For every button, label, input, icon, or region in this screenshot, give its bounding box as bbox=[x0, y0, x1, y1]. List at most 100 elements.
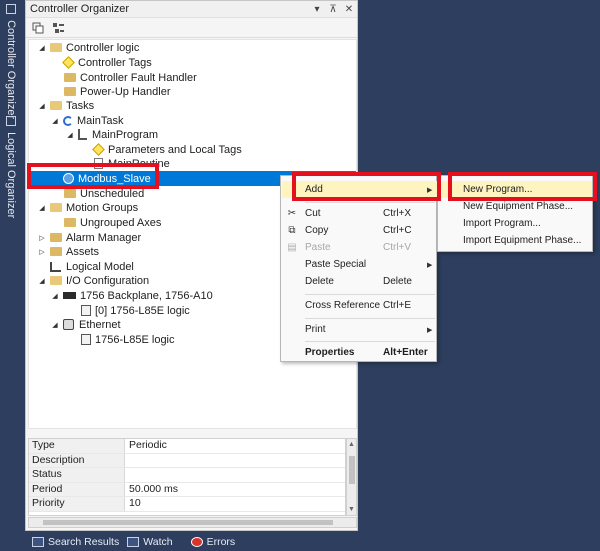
tab-controller-organizer-label: Controller Organizer bbox=[5, 20, 17, 120]
errors-icon bbox=[190, 537, 203, 547]
tree-item-label: Parameters and Local Tags bbox=[108, 143, 242, 156]
tree-item-controller-tags[interactable]: Controller Tags bbox=[62, 55, 152, 70]
tree-item-label: Motion Groups bbox=[66, 201, 139, 214]
menu-item-paste-special[interactable]: Paste Special ▶ bbox=[282, 256, 437, 273]
backplane-icon bbox=[63, 292, 76, 299]
scroll-thumb[interactable] bbox=[349, 456, 355, 484]
tree-item-label: Controller Fault Handler bbox=[80, 71, 197, 84]
logical-organizer-icon bbox=[6, 116, 16, 126]
menu-item-label: Copy bbox=[305, 225, 329, 236]
tree-item-main-program[interactable]: ◢ MainProgram bbox=[65, 127, 158, 142]
collapse-all-icon[interactable] bbox=[30, 20, 46, 36]
menu-item-copy[interactable]: ⧉ Copy Ctrl+C bbox=[282, 222, 437, 239]
scroll-up-icon[interactable]: ▲ bbox=[347, 439, 356, 450]
expand-arrow-icon[interactable]: ◢ bbox=[37, 44, 47, 52]
property-row: Status bbox=[29, 468, 345, 483]
property-row: Period 50.000 ms bbox=[29, 482, 345, 497]
property-key: Period bbox=[29, 482, 125, 496]
tree-item-assets[interactable]: ▷ Assets bbox=[37, 244, 99, 259]
property-key: Priority bbox=[29, 497, 125, 511]
panel-toolbar bbox=[26, 18, 357, 38]
menu-item-label: Print bbox=[305, 324, 326, 335]
menu-item-paste[interactable]: ▤ Paste Ctrl+V bbox=[282, 239, 437, 256]
callout-box-add bbox=[292, 172, 441, 201]
folder-icon bbox=[50, 247, 62, 256]
folder-open-icon bbox=[50, 101, 62, 110]
tree-item-label: [0] 1756-L85E logic bbox=[95, 304, 190, 317]
program-icon bbox=[78, 129, 87, 140]
menu-item-label: Cross Reference bbox=[305, 300, 381, 311]
pin-icon[interactable]: ⊼ bbox=[325, 1, 341, 17]
tab-search-results[interactable]: Search Results bbox=[32, 536, 119, 548]
search-results-icon bbox=[32, 537, 44, 547]
properties-horizontal-scrollbar[interactable] bbox=[28, 517, 357, 528]
tree-item-io-configuration[interactable]: ◢ I/O Configuration bbox=[37, 273, 149, 288]
tree-item-ethernet[interactable]: ◢ Ethernet bbox=[50, 317, 120, 332]
menu-item-properties[interactable]: Properties Alt+Enter bbox=[282, 344, 437, 361]
tag-icon bbox=[92, 143, 105, 156]
logical-model-icon bbox=[50, 261, 61, 272]
properties-vertical-scrollbar[interactable]: ▲ ▼ bbox=[346, 438, 357, 516]
collapsed-arrow-icon[interactable]: ▷ bbox=[37, 248, 47, 256]
tree-item-controller-logic[interactable]: ◢ Controller logic bbox=[37, 40, 139, 55]
expand-arrow-icon[interactable]: ◢ bbox=[37, 277, 47, 285]
tree-item-main-task[interactable]: ◢ MainTask bbox=[50, 113, 123, 128]
menu-item-cut[interactable]: ✂ Cut Ctrl+X bbox=[282, 205, 437, 222]
dropdown-icon[interactable]: ▾ bbox=[309, 1, 325, 17]
submenu-item-import-equipment-phase[interactable]: Import Equipment Phase... bbox=[439, 232, 592, 249]
tab-watch[interactable]: Watch bbox=[127, 536, 173, 548]
submenu-arrow-icon: ▶ bbox=[427, 261, 433, 269]
property-key: Description bbox=[29, 453, 125, 467]
properties-pane: Type Periodic Description Status Period … bbox=[28, 438, 346, 516]
tree-item-tasks[interactable]: ◢ Tasks bbox=[37, 98, 94, 113]
tree-item-eth-module[interactable]: 1756-L85E logic bbox=[81, 332, 175, 347]
expand-arrow-icon[interactable]: ◢ bbox=[50, 321, 60, 329]
property-value bbox=[125, 454, 345, 468]
tree-item-backplane[interactable]: ◢ 1756 Backplane, 1756-A10 bbox=[50, 288, 212, 303]
scroll-thumb[interactable] bbox=[43, 520, 333, 525]
controller-organizer-icon bbox=[6, 4, 16, 14]
menu-item-shortcut: Alt+Enter bbox=[383, 347, 428, 358]
tree-item-alarm-manager[interactable]: ▷ Alarm Manager bbox=[37, 230, 141, 245]
tree-item-fault-handler[interactable]: Controller Fault Handler bbox=[64, 70, 197, 85]
property-value: Periodic bbox=[129, 439, 167, 451]
property-value bbox=[125, 468, 345, 482]
expand-arrow-icon[interactable]: ◢ bbox=[37, 102, 47, 110]
close-icon[interactable]: ✕ bbox=[341, 1, 357, 17]
scissors-icon: ✂ bbox=[287, 208, 297, 219]
tab-logical-organizer[interactable]: Logical Organizer bbox=[3, 116, 19, 218]
tree-item-motion-groups[interactable]: ◢ Motion Groups bbox=[37, 200, 138, 215]
scroll-down-icon[interactable]: ▼ bbox=[347, 504, 356, 515]
expand-arrow-icon[interactable]: ◢ bbox=[37, 204, 47, 212]
menu-item-print[interactable]: Print ▶ bbox=[282, 321, 437, 338]
menu-item-cross-reference[interactable]: Cross Reference Ctrl+E bbox=[282, 297, 437, 314]
menu-item-label: New Equipment Phase... bbox=[463, 201, 574, 212]
expand-arrow-icon[interactable]: ◢ bbox=[65, 131, 75, 139]
tab-controller-organizer[interactable]: Controller Organizer bbox=[3, 4, 19, 119]
property-value: 10 bbox=[129, 497, 141, 509]
expand-arrow-icon[interactable]: ◢ bbox=[50, 117, 60, 125]
menu-item-label: Paste Special bbox=[305, 259, 367, 270]
menu-item-shortcut: Ctrl+V bbox=[383, 242, 412, 253]
tab-errors[interactable]: Errors bbox=[190, 536, 236, 548]
tab-logical-organizer-label: Logical Organizer bbox=[5, 132, 17, 219]
panel-title: Controller Organizer bbox=[30, 3, 130, 15]
expand-arrow-icon[interactable]: ◢ bbox=[50, 292, 60, 300]
collapsed-arrow-icon[interactable]: ▷ bbox=[37, 234, 47, 242]
tree-item-label: Controller Tags bbox=[78, 56, 152, 69]
tree-item-logical-model[interactable]: Logical Model bbox=[50, 259, 134, 274]
submenu-item-import-program[interactable]: Import Program... bbox=[439, 215, 592, 232]
menu-separator bbox=[305, 318, 435, 319]
expand-all-icon[interactable] bbox=[50, 20, 66, 36]
bottom-tab-strip: Search Results Watch Errors bbox=[22, 533, 600, 551]
menu-item-delete[interactable]: Delete Delete bbox=[282, 273, 437, 290]
folder-icon bbox=[50, 233, 62, 242]
tree-item-parameters-local-tags[interactable]: Parameters and Local Tags bbox=[92, 142, 242, 157]
tree-item-power-up-handler[interactable]: Power-Up Handler bbox=[64, 84, 170, 99]
tab-label: Errors bbox=[206, 536, 236, 548]
folder-icon bbox=[64, 73, 76, 82]
panel-title-bar: Controller Organizer ▾ ⊼ ✕ bbox=[26, 1, 357, 18]
folder-open-icon bbox=[50, 43, 62, 52]
tree-item-ungrouped-axes[interactable]: Ungrouped Axes bbox=[64, 215, 161, 230]
tree-item-slot0-module[interactable]: [0] 1756-L85E logic bbox=[81, 303, 190, 318]
